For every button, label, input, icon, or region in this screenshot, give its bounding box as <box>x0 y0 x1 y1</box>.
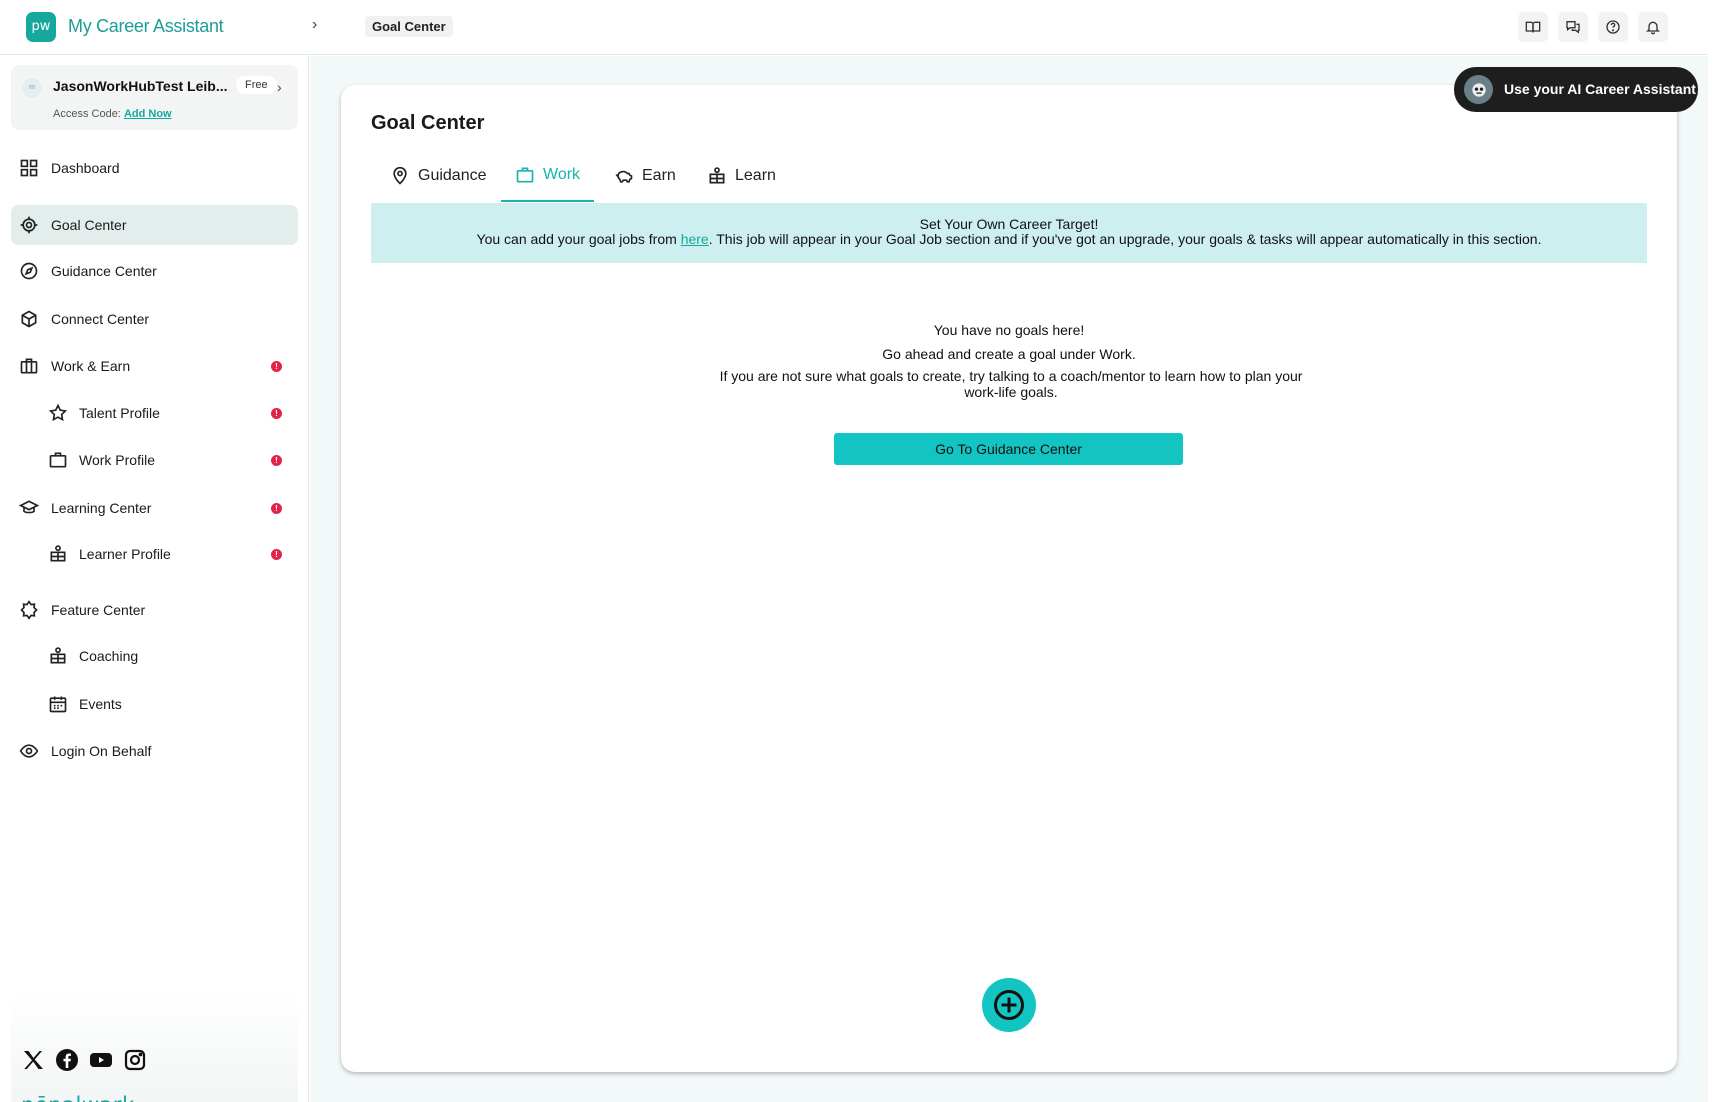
banner-text-after: . This job will appear in your Goal Job … <box>708 231 1542 247</box>
sidebar-item-guidance-center[interactable]: Guidance Center <box>11 251 298 291</box>
social-links <box>21 1048 147 1072</box>
alert-badge: ! <box>271 361 282 372</box>
sidebar-item-label: Feature Center <box>51 602 146 618</box>
app-logo[interactable]: pw <box>26 12 56 42</box>
piggy-bank-icon <box>615 170 633 183</box>
sidebar-item-feature-center[interactable]: Feature Center <box>11 590 298 630</box>
facebook-icon[interactable] <box>55 1048 79 1072</box>
avatar: m <box>22 78 42 98</box>
sidebar-item-label: Guidance Center <box>51 263 157 279</box>
sidebar-item-label: Goal Center <box>51 217 127 233</box>
career-target-banner: Set Your Own Career Target! You can add … <box>371 203 1647 263</box>
sidebar-item-label: Learning Center <box>51 500 152 516</box>
eye-icon <box>19 741 39 761</box>
briefcase-icon <box>48 450 68 470</box>
tab-label: Guidance <box>418 167 487 184</box>
sidebar-item-dashboard[interactable]: Dashboard <box>11 148 298 188</box>
sidebar-item-learning-center[interactable]: Learning Center ! <box>11 488 298 528</box>
brand-logo[interactable]: pēpəlwərk <box>21 1093 135 1102</box>
alert-badge: ! <box>271 408 282 419</box>
location-pin-icon <box>393 166 407 185</box>
sidebar-item-coaching[interactable]: Coaching <box>11 636 298 676</box>
banner-text-before: You can add your goal jobs from <box>476 231 681 247</box>
page-title: Goal Center <box>371 112 485 134</box>
sidebar-item-label: Events <box>79 696 122 712</box>
sidebar-item-label: Work & Earn <box>51 358 131 374</box>
add-goal-button[interactable] <box>982 978 1036 1032</box>
breadcrumb-current: Goal Center <box>365 16 453 37</box>
add-goal-jobs-link[interactable]: here <box>681 231 709 247</box>
sidebar-item-label: Coaching <box>79 648 139 664</box>
ai-career-assistant-button[interactable]: Use your AI Career Assistant <box>1454 67 1698 112</box>
plan-badge: Free <box>236 76 277 94</box>
star-icon <box>48 403 68 423</box>
social-footer: pēpəlwərk <box>11 993 298 1102</box>
calendar-icon <box>48 694 68 714</box>
sidebar-item-label: Connect Center <box>51 311 150 327</box>
top-icon-group <box>1518 12 1668 42</box>
plus-circle-icon <box>994 990 1024 1020</box>
empty-hint: If you are not sure what goals to create… <box>719 368 1303 400</box>
tab-earn[interactable]: Earn <box>600 150 690 202</box>
sidebar-item-goal-center[interactable]: Goal Center <box>11 205 298 245</box>
help-icon[interactable] <box>1598 12 1628 42</box>
sidebar-item-events[interactable]: Events <box>11 684 298 724</box>
sidebar-item-label: Dashboard <box>51 160 120 176</box>
building-icon <box>19 356 39 376</box>
sidebar-item-label: Work Profile <box>79 452 155 468</box>
person-board-icon <box>48 544 68 564</box>
sidebar-item-work-profile[interactable]: Work Profile ! <box>11 440 298 480</box>
empty-subtitle: Go ahead and create a goal under Work. <box>882 346 1136 362</box>
robot-avatar-icon <box>1464 75 1493 104</box>
banner-text: You can add your goal jobs from here. Th… <box>371 231 1647 247</box>
add-access-code-link[interactable]: Add Now <box>124 108 172 120</box>
grid-icon <box>19 158 39 178</box>
alert-badge: ! <box>271 455 282 466</box>
tab-work[interactable]: Work <box>501 150 595 202</box>
chat-icon[interactable] <box>1558 12 1588 42</box>
learner-icon <box>709 167 725 184</box>
chevron-right-icon[interactable]: › <box>312 16 317 34</box>
access-code: Access Code: Add Now <box>53 108 172 120</box>
badge-icon <box>19 600 39 620</box>
sidebar-item-talent-profile[interactable]: Talent Profile ! <box>11 393 298 433</box>
cube-icon <box>19 309 39 329</box>
tab-label: Learn <box>735 167 776 184</box>
compass-icon <box>19 261 39 281</box>
go-to-guidance-center-button[interactable]: Go To Guidance Center <box>834 433 1183 465</box>
instagram-icon[interactable] <box>123 1048 147 1072</box>
sidebar-item-learner-profile[interactable]: Learner Profile ! <box>11 534 298 574</box>
tab-learn[interactable]: Learn <box>693 150 790 202</box>
empty-title: You have no goals here! <box>933 322 1085 338</box>
account-card[interactable]: m JasonWorkHubTest Leib... Free › Access… <box>11 65 298 130</box>
sidebar-item-connect-center[interactable]: Connect Center <box>11 299 298 339</box>
sidebar-item-work-earn[interactable]: Work & Earn ! <box>11 346 298 386</box>
tab-label: Earn <box>642 167 676 184</box>
alert-badge: ! <box>271 549 282 560</box>
sidebar-item-login-on-behalf[interactable]: Login On Behalf <box>11 731 298 771</box>
banner-title: Set Your Own Career Target! <box>919 216 1099 232</box>
target-icon <box>19 215 39 235</box>
sidebar: m JasonWorkHubTest Leib... Free › Access… <box>0 55 309 1102</box>
alert-badge: ! <box>271 503 282 514</box>
bell-icon[interactable] <box>1638 12 1668 42</box>
sidebar-item-label: Login On Behalf <box>51 743 152 759</box>
sidebar-item-label: Talent Profile <box>79 405 160 421</box>
youtube-icon[interactable] <box>89 1048 113 1072</box>
sidebar-item-label: Learner Profile <box>79 546 171 562</box>
app-title[interactable]: My Career Assistant <box>68 16 224 37</box>
account-name: JasonWorkHubTest Leib... <box>53 78 228 94</box>
graduation-icon <box>19 498 39 518</box>
tab-label: Work <box>543 166 581 183</box>
top-bar: pw My Career Assistant › Goal Center <box>0 0 1708 55</box>
coach-icon <box>48 646 68 666</box>
chevron-right-icon[interactable]: › <box>277 79 282 95</box>
access-code-label: Access Code: <box>53 108 121 120</box>
goal-center-card: Goal Center Guidance Work Earn Learn Set… <box>341 85 1677 1072</box>
book-icon[interactable] <box>1518 12 1548 42</box>
briefcase-icon <box>516 167 534 183</box>
x-icon[interactable] <box>21 1048 45 1072</box>
tab-guidance[interactable]: Guidance <box>376 150 501 202</box>
ai-assistant-label: Use your AI Career Assistant <box>1504 81 1696 97</box>
